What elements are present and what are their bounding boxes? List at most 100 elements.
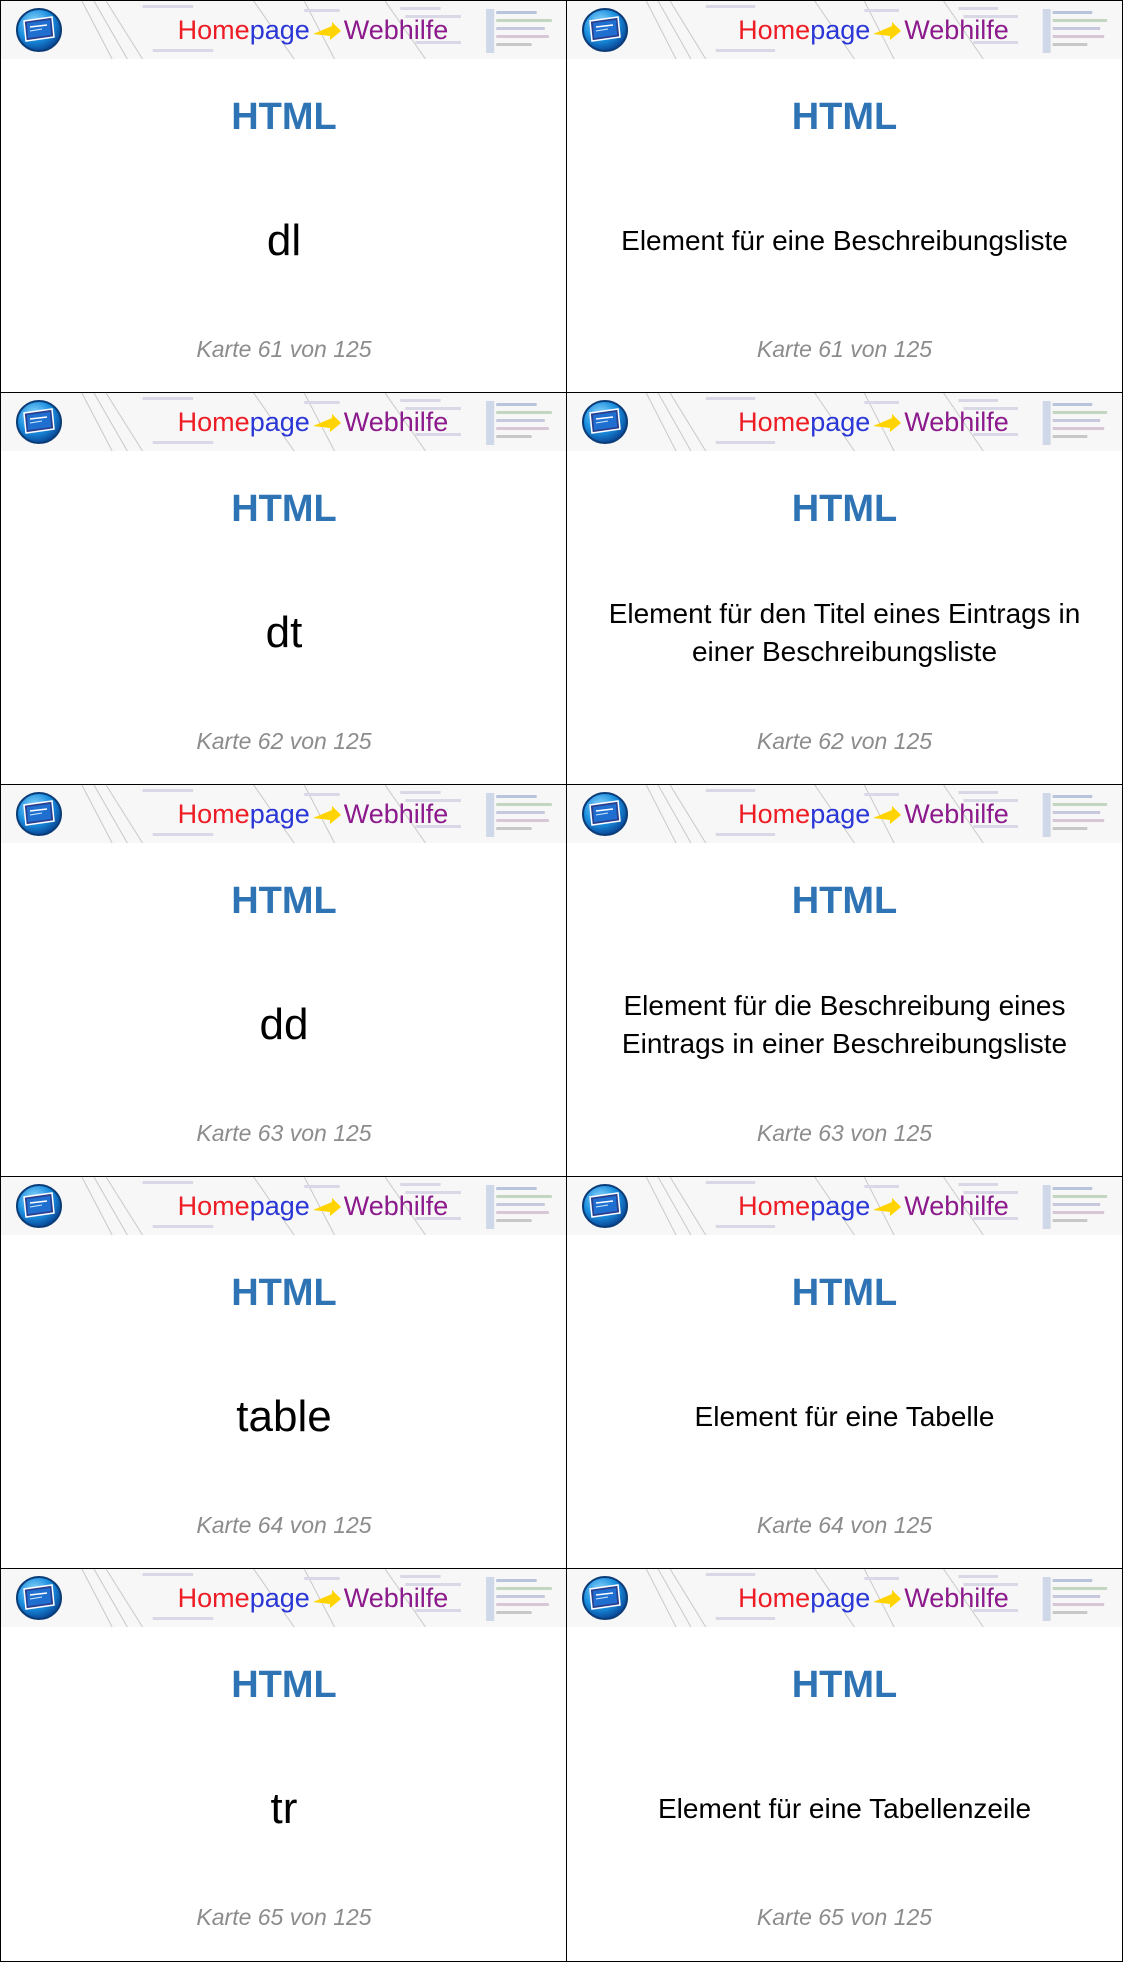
brand-home: Home — [738, 1583, 811, 1613]
yellow-arrow-icon — [873, 805, 902, 824]
flashcard-front: Homepage Webhilfe HTML dd Karte 63 von 12… — [0, 784, 568, 1178]
homepage-webhilfe-banner: Homepage Webhilfe — [1, 1569, 567, 1627]
card-counter: Karte 61 von 125 — [756, 336, 933, 362]
flashcard-back: Homepage Webhilfe HTML Element für den Ti… — [566, 392, 1123, 786]
screen-globe-icon — [16, 1576, 62, 1620]
brand-logo-text: Homepage Webhilfe — [59, 407, 567, 437]
screen-globe-icon — [16, 1184, 62, 1228]
brand-home: Home — [738, 1191, 811, 1221]
screen-globe-icon — [16, 8, 62, 52]
card-subject: HTML — [791, 1664, 898, 1706]
yellow-arrow-icon — [312, 1197, 341, 1216]
card-counter: Karte 62 von 125 — [756, 728, 933, 754]
card-counter: Karte 63 von 125 — [756, 1120, 933, 1146]
brand-page: page — [810, 1583, 871, 1613]
brand-logo-text: Homepage Webhilfe — [59, 1191, 567, 1221]
card-subject: HTML — [231, 880, 337, 922]
homepage-webhilfe-banner: Homepage Webhilfe — [567, 1569, 1122, 1627]
card-counter: Karte 65 von 125 — [756, 1904, 933, 1930]
card-term: dl — [266, 216, 302, 265]
brand-home: Home — [177, 1583, 250, 1613]
flashcard-front: Homepage Webhilfe HTML tr Karte 65 von 12… — [0, 1568, 568, 1962]
card-definition: Element für eine Beschreibungsliste — [621, 225, 1068, 256]
card-subject: HTML — [791, 488, 898, 530]
card-counter: Karte 61 von 125 — [196, 336, 372, 362]
brand-page: page — [249, 799, 310, 829]
yellow-arrow-icon — [312, 413, 341, 432]
brand-webhilfe: Webhilfe — [343, 1583, 449, 1613]
card-subject: HTML — [231, 1272, 337, 1314]
screen-globe-icon — [582, 1184, 628, 1228]
brand-page: page — [249, 1583, 310, 1613]
flashcard-front: Homepage Webhilfe HTML dl Karte 61 von 12… — [0, 0, 568, 394]
homepage-webhilfe-banner: Homepage Webhilfe — [567, 393, 1122, 451]
flashcard-back: Homepage Webhilfe HTML Element für die Be… — [566, 784, 1123, 1178]
brand-page: page — [810, 15, 871, 45]
yellow-arrow-icon — [873, 1197, 902, 1216]
card-counter: Karte 62 von 125 — [196, 728, 372, 754]
card-subject: HTML — [791, 880, 898, 922]
homepage-webhilfe-banner: Homepage Webhilfe — [1, 785, 567, 843]
card-subject: HTML — [231, 488, 337, 530]
homepage-webhilfe-banner: Homepage Webhilfe — [567, 785, 1122, 843]
brand-webhilfe: Webhilfe — [904, 1583, 1009, 1613]
brand-home: Home — [177, 1191, 250, 1221]
brand-logo-text: Homepage Webhilfe — [59, 1583, 567, 1613]
yellow-arrow-icon — [873, 413, 902, 432]
brand-page: page — [810, 407, 871, 437]
yellow-arrow-icon — [873, 21, 902, 40]
card-subject: HTML — [231, 1664, 337, 1706]
brand-home: Home — [738, 15, 811, 45]
brand-page: page — [249, 407, 310, 437]
card-term: tr — [270, 1784, 298, 1833]
card-definition: Element für die Beschreibung eines Eintr… — [621, 990, 1068, 1059]
brand-webhilfe: Webhilfe — [343, 15, 449, 45]
card-subject: HTML — [791, 1272, 898, 1314]
card-term: dt — [265, 608, 303, 657]
card-definition: Element für den Titel eines Eintrags in … — [608, 598, 1081, 667]
flashcard-sheet: Homepage Webhilfe HTML dl Karte 61 von 12… — [0, 0, 1123, 1964]
card-subject: HTML — [231, 96, 337, 138]
screen-globe-icon — [582, 1576, 628, 1620]
homepage-webhilfe-banner: Homepage Webhilfe — [1, 1177, 567, 1235]
card-counter: Karte 65 von 125 — [196, 1904, 372, 1930]
brand-webhilfe: Webhilfe — [904, 407, 1009, 437]
homepage-webhilfe-banner: Homepage Webhilfe — [567, 1, 1122, 59]
card-definition: Element für eine Tabellenzeile — [657, 1793, 1032, 1824]
yellow-arrow-icon — [312, 805, 341, 824]
homepage-webhilfe-banner: Homepage Webhilfe — [567, 1177, 1122, 1235]
brand-page: page — [810, 799, 871, 829]
card-term: table — [236, 1392, 332, 1441]
screen-globe-icon — [582, 8, 628, 52]
homepage-webhilfe-banner: Homepage Webhilfe — [1, 1, 567, 59]
flashcard-front: Homepage Webhilfe HTML dt Karte 62 von 12… — [0, 392, 568, 786]
brand-logo-text: Homepage Webhilfe — [625, 15, 1122, 45]
card-definition: Element für eine Tabelle — [694, 1401, 995, 1432]
brand-webhilfe: Webhilfe — [904, 799, 1009, 829]
brand-page: page — [810, 1191, 871, 1221]
brand-page: page — [249, 1191, 310, 1221]
flashcard-back: Homepage Webhilfe HTML Element für eine T… — [566, 1568, 1123, 1962]
yellow-arrow-icon — [873, 1589, 902, 1608]
flashcard-back: Homepage Webhilfe HTML Element für eine B… — [566, 0, 1123, 394]
screen-globe-icon — [582, 400, 628, 444]
brand-logo-text: Homepage Webhilfe — [625, 1583, 1122, 1613]
brand-logo-text: Homepage Webhilfe — [625, 1191, 1122, 1221]
brand-page: page — [249, 15, 310, 45]
yellow-arrow-icon — [312, 1589, 341, 1608]
screen-globe-icon — [16, 400, 62, 444]
flashcard-front: Homepage Webhilfe HTML table Karte 64 von… — [0, 1176, 568, 1570]
card-counter: Karte 64 von 125 — [196, 1512, 372, 1538]
brand-webhilfe: Webhilfe — [904, 15, 1009, 45]
brand-logo-text: Homepage Webhilfe — [625, 799, 1122, 829]
brand-logo-text: Homepage Webhilfe — [59, 799, 567, 829]
flashcard-back: Homepage Webhilfe HTML Element für eine T… — [566, 1176, 1123, 1570]
brand-webhilfe: Webhilfe — [343, 407, 449, 437]
brand-webhilfe: Webhilfe — [904, 1191, 1009, 1221]
brand-logo-text: Homepage Webhilfe — [625, 407, 1122, 437]
screen-globe-icon — [16, 792, 62, 836]
card-counter: Karte 63 von 125 — [196, 1120, 372, 1146]
card-counter: Karte 64 von 125 — [756, 1512, 933, 1538]
card-term: dd — [259, 1000, 309, 1049]
homepage-webhilfe-banner: Homepage Webhilfe — [1, 393, 567, 451]
